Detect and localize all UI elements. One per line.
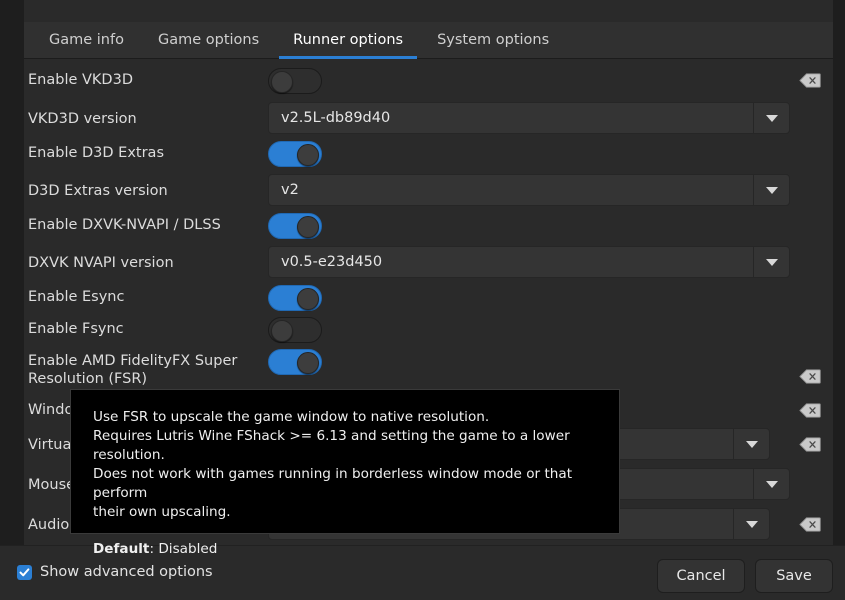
dropdown-value: v0.5-e23d450 [269,254,753,270]
toggle-knob [297,216,319,238]
option-label: Enable Esync [28,288,258,306]
tooltip-default-line: Default: Disabled [93,541,597,557]
eraser-icon[interactable] [799,73,821,88]
chevron-down-icon[interactable] [753,469,789,499]
cancel-button[interactable]: Cancel [657,559,745,593]
option-toggle[interactable] [268,68,322,94]
tab-bar: Game info Game options Runner options Syste… [24,22,833,59]
option-toggle[interactable] [268,349,322,375]
option-toggle[interactable] [268,285,322,311]
chevron-down-icon[interactable] [733,429,769,459]
option-label: Enable Fsync [28,320,258,338]
tooltip-default-sep: : [149,541,158,557]
tooltip-default-key: Default [93,541,149,557]
configure-game-window: Game info Game options Runner options Syste… [0,0,845,600]
chevron-down-icon[interactable] [753,103,789,133]
eraser-icon[interactable] [799,437,821,452]
tab-game-info[interactable]: Game info [32,22,141,58]
eraser-icon[interactable] [799,369,821,384]
chevron-down-icon[interactable] [733,509,769,539]
option-dropdown[interactable]: v2.5L-db89d40 [268,102,790,134]
chevron-down-icon[interactable] [753,247,789,277]
eraser-icon[interactable] [799,403,821,418]
toggle-knob [297,144,319,166]
option-toggle[interactable] [268,141,322,167]
show-advanced-options-label: Show advanced options [40,564,213,580]
option-dropdown[interactable]: v2 [268,174,790,206]
option-label: D3D Extras version [28,182,258,200]
window-edge-right [833,0,845,600]
toggle-knob [271,71,293,93]
toggle-knob [271,320,293,342]
chevron-down-icon[interactable] [753,175,789,205]
option-label: Enable VKD3D [28,71,258,89]
tab-game-options[interactable]: Game options [141,22,276,58]
toggle-knob [297,288,319,310]
tab-label: Game info [49,32,124,48]
option-toggle[interactable] [268,317,322,343]
eraser-icon[interactable] [799,517,821,532]
tab-system-options[interactable]: System options [420,22,566,58]
tab-runner-options[interactable]: Runner options [276,22,420,58]
option-label: DXVK NVAPI version [28,254,258,272]
tab-label: Runner options [293,32,403,48]
dropdown-value: v2.5L-db89d40 [269,110,753,126]
dropdown-value: v2 [269,182,753,198]
option-toggle[interactable] [268,213,322,239]
fsr-tooltip: Use FSR to upscale the game window to na… [70,389,620,534]
tooltip-default-value: Disabled [158,541,217,557]
show-advanced-options-checkbox[interactable]: Show advanced options [17,564,213,580]
option-label: Enable DXVK-NVAPI / DLSS [28,216,258,234]
tooltip-body: Use FSR to upscale the game window to na… [93,408,597,522]
option-label: VKD3D version [28,110,258,128]
option-label: Enable D3D Extras [28,144,258,162]
tab-label: Game options [158,32,259,48]
option-dropdown[interactable]: v0.5-e23d450 [268,246,790,278]
option-label: Enable AMD FidelityFX Super Resolution (… [28,352,258,388]
check-icon [17,565,32,580]
window-edge-left [0,0,24,600]
toggle-knob [297,352,319,374]
tab-label: System options [437,32,549,48]
save-button[interactable]: Save [755,559,833,593]
